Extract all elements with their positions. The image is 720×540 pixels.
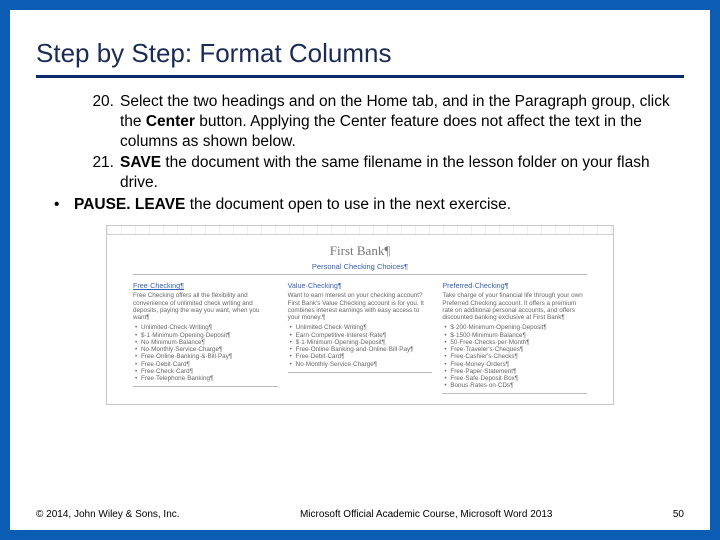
col-item: Unlimited·Check·Writing¶ <box>288 324 433 331</box>
col-item: Free·Online·Banking·and·Online·Bill·Pay¶ <box>288 346 433 353</box>
footer-page-number: 50 <box>673 509 684 520</box>
col-item: 50·Free·Checks·per·Month¶ <box>442 339 587 346</box>
col-para: Free Checking offers all the flexibility… <box>133 292 278 321</box>
slide-title: Step by Step: Format Columns <box>36 38 684 78</box>
col-item: No·Minimum·Balance¶ <box>133 339 278 346</box>
columns: Free·Checking¶ Free Checking offers all … <box>133 281 587 396</box>
col-heading: Free·Checking¶ <box>133 281 278 290</box>
col-para: Take charge of your financial life throu… <box>442 292 587 321</box>
step-text: SAVE the document with the same filename… <box>120 154 650 191</box>
col-item: Free·Safe·Deposit·Box¶ <box>442 375 587 382</box>
document-body: First Bank¶ Personal Checking Choices¶ F… <box>107 235 613 404</box>
step-number: 21. <box>82 153 114 173</box>
doc-subtitle: Personal Checking Choices¶ <box>133 262 587 276</box>
footer: © 2014, John Wiley & Sons, Inc. Microsof… <box>36 509 684 520</box>
step-item: 21. SAVE the document with the same file… <box>82 153 684 193</box>
slide: Step by Step: Format Columns 20. Select … <box>10 10 710 530</box>
bullet-item: PAUSE. LEAVE the document open to use in… <box>54 195 684 215</box>
column: Value·Checking¶ Want to earn interest on… <box>288 281 433 396</box>
step-list: 20. Select the two headings and on the H… <box>36 92 684 193</box>
bullet-list: PAUSE. LEAVE the document open to use in… <box>36 195 684 215</box>
col-item: $·1·Minimum·Opening·Deposit¶ <box>288 339 433 346</box>
word-screenshot: First Bank¶ Personal Checking Choices¶ F… <box>106 225 614 405</box>
col-heading: Value·Checking¶ <box>288 281 433 290</box>
col-item: No·Monthly·Service·Charge¶ <box>288 361 433 368</box>
footer-copyright: © 2014, John Wiley & Sons, Inc. <box>36 509 180 520</box>
col-rule <box>288 372 433 373</box>
col-heading: Preferred·Checking¶ <box>442 281 587 290</box>
column: Preferred·Checking¶ Take charge of your … <box>442 281 587 396</box>
col-item: Free·Debit·Card¶ <box>133 361 278 368</box>
col-item: Free·Check·Card¶ <box>133 368 278 375</box>
col-para: Want to earn interest on your checking a… <box>288 292 433 321</box>
col-item: Free·Online·Banking·&·Bill·Pay¶ <box>133 353 278 360</box>
footer-course: Microsoft Official Academic Course, Micr… <box>180 509 673 520</box>
col-item: Unlimited·Check·Writing¶ <box>133 324 278 331</box>
step-text: Select the two headings and on the Home … <box>120 93 670 150</box>
col-item: Free·Paper·Statement¶ <box>442 368 587 375</box>
col-rule <box>133 386 278 387</box>
col-rule <box>442 393 587 394</box>
step-number: 20. <box>82 92 114 112</box>
col-item: Free·Cashier's·Checks¶ <box>442 353 587 360</box>
col-item: Earn·Competitive·Interest·Rate¶ <box>288 332 433 339</box>
col-item: $·1·Minimum·Opening·Deposit¶ <box>133 332 278 339</box>
ruler <box>107 226 613 235</box>
col-item: No·Monthly·Service·Charge¶ <box>133 346 278 353</box>
col-item: $·200·Minimum·Opening·Deposit¶ <box>442 324 587 331</box>
col-item: Free·Money·Orders¶ <box>442 361 587 368</box>
col-item: Bonus·Rates·on·CDs¶ <box>442 382 587 389</box>
col-item: Free·Debit·Card¶ <box>288 353 433 360</box>
col-item: Free·Telephone·Banking¶ <box>133 375 278 382</box>
col-item: Free·Traveler's·Cheques¶ <box>442 346 587 353</box>
doc-title: First Bank¶ <box>133 243 587 260</box>
col-item: $·1500·Minimum·Balance¶ <box>442 332 587 339</box>
step-item: 20. Select the two headings and on the H… <box>82 92 684 151</box>
slide-content: 20. Select the two headings and on the H… <box>36 92 684 405</box>
column: Free·Checking¶ Free Checking offers all … <box>133 281 278 396</box>
